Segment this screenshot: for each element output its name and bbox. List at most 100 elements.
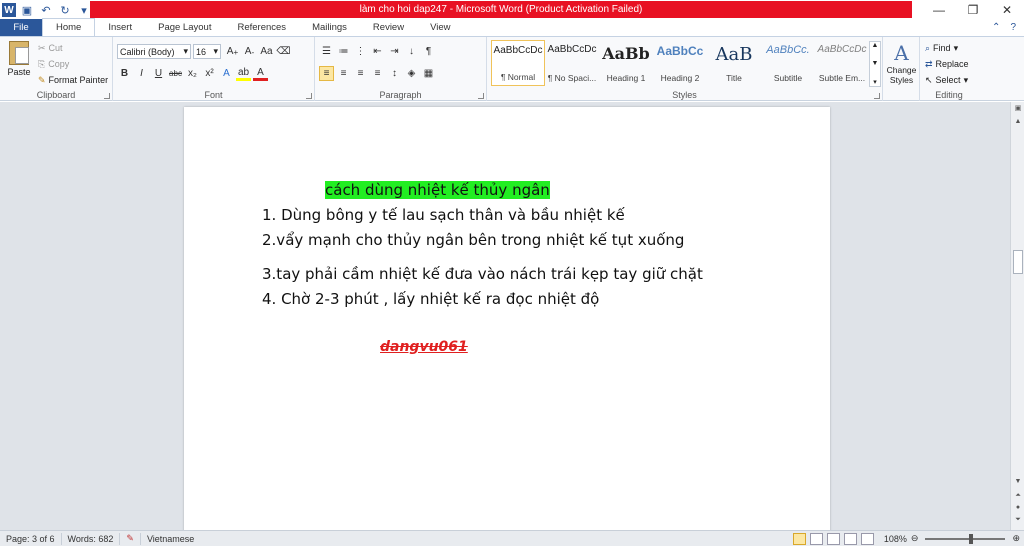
numbering-icon[interactable]: ≔ xyxy=(336,44,351,59)
select-button[interactable]: ↖ Select ▾ xyxy=(925,72,969,88)
help-icon[interactable]: ? xyxy=(1010,22,1016,33)
previous-page-icon[interactable]: ⏶ xyxy=(1011,492,1024,504)
document-line-1[interactable]: 1. Dùng bông y tế lau sạch thân và bầu n… xyxy=(262,206,625,224)
replace-button[interactable]: ⇄ Replace xyxy=(925,56,969,72)
zoom-level[interactable]: 108% xyxy=(884,534,907,544)
shrink-font-icon[interactable]: A- xyxy=(242,44,257,59)
styles-scroll-buttons[interactable]: ▲ ▼ ▾ xyxy=(869,41,881,87)
minimize-button[interactable]: — xyxy=(922,0,956,20)
signature-text[interactable]: dangvu061 xyxy=(380,339,468,355)
more-styles-icon[interactable]: ▾ xyxy=(873,78,877,86)
text-effects-icon[interactable]: A xyxy=(219,66,234,81)
grow-font-icon[interactable]: A + xyxy=(225,44,240,59)
subscript-icon[interactable]: x₂ xyxy=(185,66,200,81)
zoom-slider[interactable] xyxy=(925,533,1006,544)
align-right-icon[interactable]: ≡ xyxy=(353,66,368,81)
next-page-icon[interactable]: ⏷ xyxy=(1011,516,1024,528)
justify-icon[interactable]: ≡ xyxy=(370,66,385,81)
format-painter-button[interactable]: ✎ Format Painter xyxy=(38,72,108,88)
borders-icon[interactable]: ▦ xyxy=(421,66,436,81)
full-screen-view-button[interactable] xyxy=(809,532,823,545)
bold-icon[interactable]: B xyxy=(117,66,132,81)
restore-button[interactable]: ❐ xyxy=(956,0,990,20)
italic-icon[interactable]: I xyxy=(134,66,149,81)
redo-icon[interactable]: ↻ xyxy=(57,2,73,18)
vertical-scrollbar[interactable]: ▣ ▲ ▼ ⏶ ● ⏷ xyxy=(1010,102,1024,530)
document-line-3[interactable]: 3.tay phải cầm nhiệt kế đưa vào nách trá… xyxy=(262,265,703,283)
copy-button[interactable]: ⎘ Copy xyxy=(38,56,108,72)
style-no-spacing[interactable]: AaBbCcDc ¶ No Spaci... xyxy=(545,40,599,86)
zoom-in-icon[interactable]: ⊕ xyxy=(1012,533,1020,544)
scroll-down-icon[interactable]: ▼ xyxy=(872,60,879,67)
word-count[interactable]: Words: 682 xyxy=(62,532,121,545)
print-layout-view-button[interactable] xyxy=(792,532,806,545)
web-layout-view-button[interactable] xyxy=(826,532,840,545)
clear-formatting-icon[interactable]: ⌫ xyxy=(276,44,291,59)
bullets-icon[interactable]: ☰ xyxy=(319,44,334,59)
close-button[interactable]: ✕ xyxy=(990,0,1024,20)
tab-review[interactable]: Review xyxy=(360,19,417,36)
document-workspace[interactable]: cách dùng nhiệt kế thủy ngân 1. Dùng bôn… xyxy=(0,102,1010,537)
scroll-up-arrow-icon[interactable]: ▲ xyxy=(1011,118,1024,130)
font-size-select[interactable]: 16 ▾ xyxy=(193,44,221,59)
cut-button[interactable]: ✂ Cut xyxy=(38,40,108,56)
style-heading-2[interactable]: AaBbCc Heading 2 xyxy=(653,40,707,86)
style-subtle-emphasis[interactable]: AaBbCcDc Subtle Em... xyxy=(815,40,869,86)
minimize-ribbon-icon[interactable]: ⌃ xyxy=(992,22,1000,33)
proofing-status[interactable]: ✎ xyxy=(120,532,141,545)
decrease-indent-icon[interactable]: ⇤ xyxy=(370,44,385,59)
superscript-icon[interactable]: x² xyxy=(202,66,217,81)
change-styles-button[interactable]: A Change Styles xyxy=(885,41,918,85)
document-heading[interactable]: cách dùng nhiệt kế thủy ngân xyxy=(325,181,550,199)
find-button[interactable]: ⌕ Find ▾ xyxy=(925,40,969,56)
style-title[interactable]: AaB Title xyxy=(707,40,761,86)
tab-home[interactable]: Home xyxy=(42,18,96,36)
save-icon[interactable]: ▣ xyxy=(19,2,35,18)
scroll-down-arrow-icon[interactable]: ▼ xyxy=(1011,478,1024,490)
show-marks-icon[interactable]: ¶ xyxy=(421,44,436,59)
clipboard-launcher-icon[interactable] xyxy=(104,93,110,99)
scroll-up-icon[interactable]: ▲ xyxy=(872,42,879,49)
underline-icon[interactable]: U xyxy=(151,66,166,81)
font-name-select[interactable]: Calibri (Body) ▾ xyxy=(117,44,191,59)
outline-view-button[interactable] xyxy=(843,532,857,545)
font-launcher-icon[interactable] xyxy=(306,93,312,99)
increase-indent-icon[interactable]: ⇥ xyxy=(387,44,402,59)
tab-mailings[interactable]: Mailings xyxy=(299,19,360,36)
zoom-slider-knob[interactable] xyxy=(969,533,974,544)
styles-launcher-icon[interactable] xyxy=(874,93,880,99)
align-center-icon[interactable]: ≡ xyxy=(336,66,351,81)
shading-icon[interactable]: ◈ xyxy=(404,66,419,81)
line-spacing-icon[interactable]: ↕ xyxy=(387,66,402,81)
draft-view-button[interactable] xyxy=(860,532,874,545)
tab-view[interactable]: View xyxy=(417,19,463,36)
document-page[interactable]: cách dùng nhiệt kế thủy ngân 1. Dùng bôn… xyxy=(184,107,830,537)
tab-file[interactable]: File xyxy=(0,19,42,36)
scrollbar-thumb[interactable] xyxy=(1013,250,1023,274)
strikethrough-icon[interactable]: abc xyxy=(168,66,183,81)
language-indicator[interactable]: Vietnamese xyxy=(141,533,200,545)
paste-button[interactable]: Paste xyxy=(6,41,32,77)
ruler-toggle-icon[interactable]: ▣ xyxy=(1011,104,1024,116)
style-normal[interactable]: AaBbCcDc ¶ Normal xyxy=(491,40,545,86)
multilevel-list-icon[interactable]: ⋮ xyxy=(353,44,368,59)
font-color-icon[interactable]: A xyxy=(253,66,268,81)
highlight-icon[interactable]: ab xyxy=(236,66,251,81)
document-line-4[interactable]: 4. Chờ 2-3 phút , lấy nhiệt kế ra đọc nh… xyxy=(262,290,599,308)
paragraph-launcher-icon[interactable] xyxy=(478,93,484,99)
font-group-label: Font xyxy=(204,90,223,100)
document-line-2[interactable]: 2.vẩy mạnh cho thủy ngân bên trong nhiệt… xyxy=(262,231,684,249)
zoom-out-icon[interactable]: ⊖ xyxy=(911,533,919,544)
change-case-icon[interactable]: Aa xyxy=(259,44,274,59)
word-logo-icon[interactable]: W xyxy=(2,3,16,17)
undo-icon[interactable]: ↶ xyxy=(38,2,54,18)
style-heading-1[interactable]: AaBb Heading 1 xyxy=(599,40,653,86)
page-count[interactable]: Page: 3 of 6 xyxy=(0,532,62,545)
tab-insert[interactable]: Insert xyxy=(95,19,145,36)
select-browse-object-icon[interactable]: ● xyxy=(1011,504,1024,516)
style-subtitle[interactable]: AaBbCc. Subtitle xyxy=(761,40,815,86)
tab-references[interactable]: References xyxy=(224,19,299,36)
align-left-icon[interactable]: ≡ xyxy=(319,66,334,81)
sort-icon[interactable]: ↓ xyxy=(404,44,419,59)
tab-page-layout[interactable]: Page Layout xyxy=(145,19,224,36)
